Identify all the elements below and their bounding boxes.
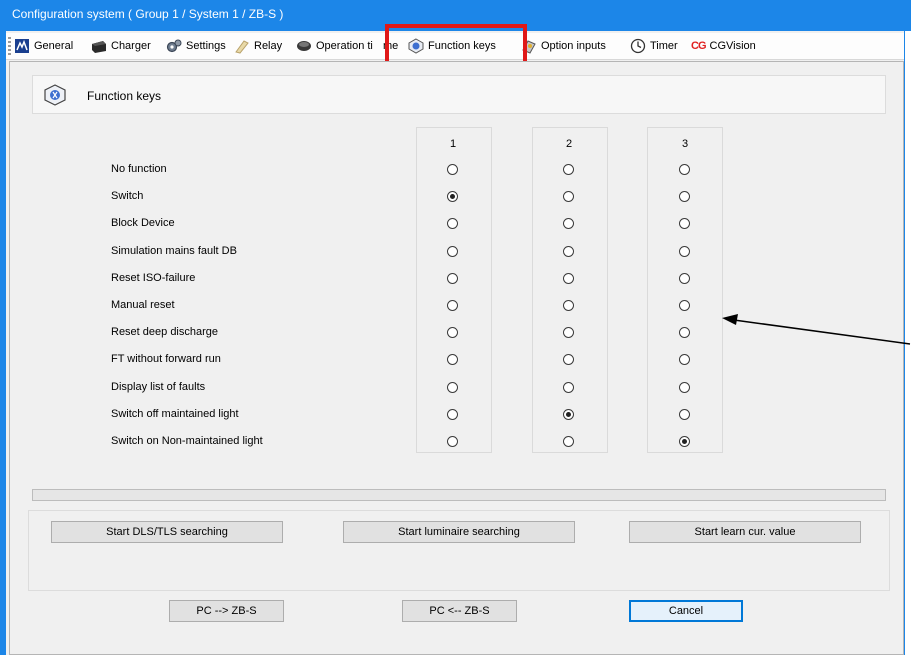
radio-key-3-row-1[interactable] bbox=[679, 164, 690, 175]
annotation-arrow-icon bbox=[722, 314, 911, 345]
radio-key-3-row-4[interactable] bbox=[679, 245, 690, 257]
tab-relay-label: Relay bbox=[254, 40, 283, 52]
radio-key-3-row-9[interactable] bbox=[679, 381, 690, 393]
radio-key-1-row-11[interactable] bbox=[447, 436, 458, 447]
charger-icon bbox=[92, 41, 106, 53]
tab-general[interactable]: General bbox=[14, 37, 73, 55]
section-header: Function keys bbox=[32, 75, 886, 114]
section-title: Function keys bbox=[87, 89, 162, 103]
radio-key-2-row-10[interactable] bbox=[563, 408, 574, 420]
radio-key-3-row-5[interactable] bbox=[679, 272, 690, 284]
column-header-2: 2 bbox=[565, 138, 573, 150]
tab-charger-label: Charger bbox=[111, 40, 151, 52]
radio-key-1-row-6[interactable] bbox=[447, 300, 458, 311]
function-row-label: Block Device bbox=[111, 217, 175, 230]
tab-timer-label: Timer bbox=[650, 40, 678, 52]
column-header-1: 1 bbox=[449, 138, 457, 150]
radio-key-2-row-11[interactable] bbox=[563, 436, 574, 447]
radio-key-3-row-10[interactable] bbox=[679, 408, 690, 420]
clock-icon bbox=[630, 38, 646, 54]
tab-option-inputs[interactable]: Option inputs bbox=[521, 37, 606, 55]
cg-logo-icon: CG bbox=[691, 40, 706, 52]
radio-key-1-row-10[interactable] bbox=[447, 408, 458, 420]
function-row-label: No function bbox=[111, 163, 167, 175]
general-icon bbox=[15, 39, 29, 53]
key-column-1 bbox=[416, 127, 492, 453]
radio-key-1-row-5[interactable] bbox=[447, 272, 458, 284]
tab-general-label: General bbox=[34, 40, 74, 52]
function-row-label: Display list of faults bbox=[111, 380, 206, 393]
function-row-label: Reset ISO-failure bbox=[111, 271, 196, 284]
radio-key-2-row-5[interactable] bbox=[563, 272, 574, 284]
function-row-label: Switch off maintained light bbox=[111, 407, 239, 420]
radio-key-3-row-6[interactable] bbox=[679, 300, 690, 311]
tab-settings[interactable]: Settings bbox=[166, 37, 226, 55]
relay-icon bbox=[235, 40, 249, 54]
tab-option-inputs-label: Option inputs bbox=[541, 40, 606, 52]
radio-key-3-row-11[interactable] bbox=[679, 436, 690, 447]
start-learn-current-button[interactable]: Start learn cur. value bbox=[629, 521, 861, 543]
function-keys-icon bbox=[44, 84, 66, 106]
key-column-2 bbox=[532, 127, 608, 453]
settings-gear-icon bbox=[166, 39, 182, 53]
pc-to-device-button[interactable]: PC --> ZB-S bbox=[169, 600, 284, 622]
radio-key-2-row-1[interactable] bbox=[563, 164, 574, 175]
progress-bar bbox=[32, 489, 886, 501]
tab-settings-label: Settings bbox=[186, 40, 226, 52]
function-row-label: FT without forward run bbox=[111, 353, 221, 366]
function-row-label: Simulation mains fault DB bbox=[111, 244, 237, 257]
function-row-label: Reset deep discharge bbox=[111, 326, 219, 339]
toolbar-grip[interactable] bbox=[8, 37, 11, 55]
tab-relay[interactable]: Relay bbox=[234, 37, 282, 55]
radio-key-1-row-9[interactable] bbox=[447, 381, 458, 393]
tab-cgvision-label: CGVision bbox=[709, 40, 756, 52]
column-header-3: 3 bbox=[681, 138, 689, 150]
device-to-pc-button[interactable]: PC <-- ZB-S bbox=[402, 600, 517, 622]
tab-charger[interactable]: Charger bbox=[91, 37, 151, 55]
operation-time-icon bbox=[297, 41, 311, 51]
tab-cgvision[interactable]: CG CGVision bbox=[691, 37, 756, 55]
start-dls-tls-search-button[interactable]: Start DLS/TLS searching bbox=[51, 521, 283, 543]
radio-key-2-row-6[interactable] bbox=[563, 300, 574, 311]
tab-timer[interactable]: Timer bbox=[630, 37, 678, 55]
cancel-button[interactable]: Cancel bbox=[629, 600, 743, 622]
start-luminaire-search-button[interactable]: Start luminaire searching bbox=[343, 521, 575, 543]
function-row-label: Switch bbox=[111, 190, 144, 203]
function-row-label: Switch on Non-maintained light bbox=[111, 435, 263, 447]
key-column-3 bbox=[647, 127, 723, 453]
tab-operation-time[interactable]: Operation ti bbox=[296, 37, 373, 55]
function-row-label: Manual reset bbox=[111, 299, 175, 311]
tab-operation-time-label: Operation ti bbox=[316, 40, 373, 52]
radio-key-2-row-9[interactable] bbox=[563, 381, 574, 393]
radio-key-1-row-4[interactable] bbox=[447, 245, 458, 257]
radio-key-2-row-4[interactable] bbox=[563, 245, 574, 257]
radio-key-1-row-1[interactable] bbox=[447, 164, 458, 175]
window-title: Configuration system ( Group 1 / System … bbox=[12, 7, 284, 21]
function-keys-highlight-box bbox=[385, 24, 527, 66]
